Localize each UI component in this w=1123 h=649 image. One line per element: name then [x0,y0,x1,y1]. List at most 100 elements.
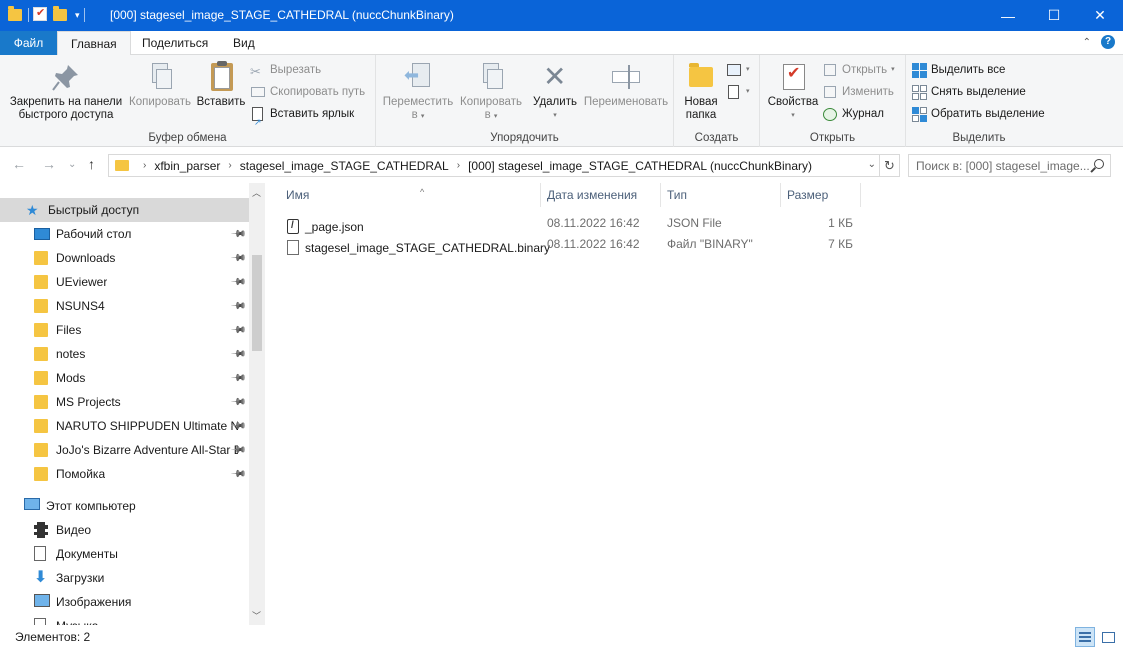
sidebar-item[interactable]: Документы [0,542,249,566]
properties-icon[interactable] [33,6,49,23]
paste-shortcut-button[interactable]: ↗ Вставить ярлык [250,104,354,127]
pin-icon[interactable]: 📌 [229,250,246,267]
pin-icon[interactable]: 📌 [229,226,246,243]
chevron-right-icon[interactable]: › [228,160,231,171]
breadcrumb-xfbin-parser[interactable]: xfbin_parser [154,159,220,173]
clipboard-group: Закрепить на панели быстрого доступа Коп… [0,55,376,147]
pin-icon[interactable]: 📌 [229,274,246,291]
navigation-pane: ★ Быстрый доступ Рабочий стол 📌 Downloads 📌… [0,183,265,625]
pin-to-quick-access-button[interactable]: Закрепить на панели быстрого доступа [6,61,126,122]
invert-selection-button[interactable]: Обратить выделение [912,104,1045,124]
column-header-date[interactable]: Дата изменения [541,183,661,207]
delete-button[interactable]: ✕ Удалить ▾ [528,61,582,122]
close-button[interactable]: ✕ [1077,0,1123,31]
sidebar-item[interactable]: notes 📌 [0,342,249,366]
open-button[interactable]: Открыть ▾ [822,60,895,80]
pin-icon[interactable]: 📌 [229,394,246,411]
sidebar-item-label: NARUTO SHIPPUDEN Ultimate Ninja STORM 4 [56,419,238,433]
move-to-button[interactable]: ⬅ Переместить в ▾ [380,61,456,123]
edit-button[interactable]: Изменить [822,82,894,102]
pin-icon[interactable]: 📌 [229,346,246,363]
search-box[interactable] [908,154,1111,177]
sidebar-item[interactable]: MS Projects 📌 [0,390,249,414]
new-folder-icon[interactable] [53,6,69,23]
refresh-icon[interactable]: ↻ [880,154,900,177]
tab-view[interactable]: Вид [220,31,268,55]
new-group-label: Создать [694,132,739,144]
sidebar-item[interactable]: NSUNS4 📌 [0,294,249,318]
separator [28,8,29,22]
recent-locations-chevron-icon[interactable]: ⌄ [68,159,76,170]
sidebar-item[interactable]: Mods 📌 [0,366,249,390]
scroll-down-icon[interactable]: ﹀ [252,609,261,622]
folder-icon [34,370,50,386]
copy-path-button[interactable]: Скопировать путь [250,82,365,102]
cut-button[interactable]: ✂ Вырезать [250,60,321,80]
pin-icon[interactable]: 📌 [229,322,246,339]
table-row[interactable]: _page.json 08.11.2022 16:42 JSON File 1 … [285,213,860,234]
nav-quick-access[interactable]: ★ Быстрый доступ [0,198,249,222]
forward-arrow-icon[interactable]: → [42,156,56,172]
copy-icon [144,61,176,93]
properties-button[interactable]: Свойства ▾ [764,61,822,122]
sidebar-item[interactable]: Музыка [0,614,249,625]
pin-icon[interactable]: 📌 [229,370,246,387]
column-header-size[interactable]: Размер [781,183,861,207]
column-header-name[interactable]: Имя ^ [280,183,541,207]
new-folder-button[interactable]: Новая папка [678,61,724,122]
sidebar-item[interactable]: Downloads 📌 [0,246,249,270]
pin-icon[interactable]: 📌 [229,298,246,315]
rename-button[interactable]: Переименовать [582,61,670,109]
tab-file[interactable]: Файл [0,31,57,55]
select-all-button[interactable]: Выделить все [912,60,1005,80]
paste-button[interactable]: Вставить [194,61,248,109]
tab-home[interactable]: Главная [57,31,131,56]
scroll-thumb[interactable] [252,255,262,351]
breadcrumb-stagesel[interactable]: stagesel_image_STAGE_CATHEDRAL [240,159,449,173]
sidebar-item[interactable]: UEviewer 📌 [0,270,249,294]
maximize-button[interactable]: ☐ [1031,0,1077,31]
scroll-up-icon[interactable]: ︿ [252,186,261,199]
sidebar-item[interactable]: JoJo's Bizarre Adventure All-Star Battle… [0,438,249,462]
breadcrumb-current[interactable]: [000] stagesel_image_STAGE_CATHEDRAL (nu… [468,159,812,173]
new-item-icon [726,62,742,78]
search-input[interactable] [909,155,1089,176]
customize-toolbar-dropdown-icon[interactable]: ▾ [75,10,80,21]
address-bar[interactable]: › xfbin_parser › stagesel_image_STAGE_CA… [108,154,880,177]
search-icon[interactable] [1094,159,1104,169]
new-item-button[interactable]: ▾ [726,60,750,80]
large-icons-view-button[interactable] [1098,627,1118,647]
sidebar-item[interactable]: NARUTO SHIPPUDEN Ultimate Ninja STORM 4📌 [0,414,249,438]
help-icon[interactable]: ? [1101,35,1115,49]
sidebar-item[interactable]: Изображения [0,590,249,614]
address-dropdown-icon[interactable]: ⌄ [868,159,876,170]
nav-this-pc[interactable]: Этот компьютер [0,494,249,518]
up-arrow-icon[interactable]: ↑ [88,156,95,172]
chevron-right-icon[interactable]: › [457,160,460,171]
table-row[interactable]: stagesel_image_STAGE_CATHEDRAL.binary 08… [285,234,860,255]
sidebar-item[interactable]: Рабочий стол 📌 [0,222,249,246]
details-view-button[interactable] [1075,627,1095,647]
sidebar-item[interactable]: Files 📌 [0,318,249,342]
video-icon [34,522,50,538]
minimize-button[interactable]: — [985,0,1031,31]
column-header-type[interactable]: Тип [661,183,781,207]
sidebar-item[interactable]: Видео [0,518,249,542]
pin-icon[interactable]: 📌 [229,466,246,483]
select-all-label: Выделить все [931,64,1006,76]
copy-to-button[interactable]: Копировать в ▾ [456,61,526,123]
nav-scrollbar[interactable]: ︿ ﹀ [249,183,265,625]
back-arrow-icon[interactable]: ← [12,156,26,172]
select-none-button[interactable]: Снять выделение [912,82,1026,102]
sidebar-item[interactable]: ⬇ Загрузки [0,566,249,590]
sidebar-item-label: Files [56,323,82,337]
tab-share[interactable]: Поделиться [129,31,221,55]
chevron-right-icon[interactable]: › [143,160,146,171]
star-icon: ★ [26,202,39,218]
collapse-ribbon-icon[interactable]: ⌃ [1083,37,1091,48]
copy-button[interactable]: Копировать [126,61,194,109]
easy-access-button[interactable]: ▾ [726,82,750,102]
sidebar-item[interactable]: Помойка 📌 [0,462,249,486]
history-button[interactable]: Журнал [822,104,884,124]
delete-label: Удалить [533,96,577,108]
